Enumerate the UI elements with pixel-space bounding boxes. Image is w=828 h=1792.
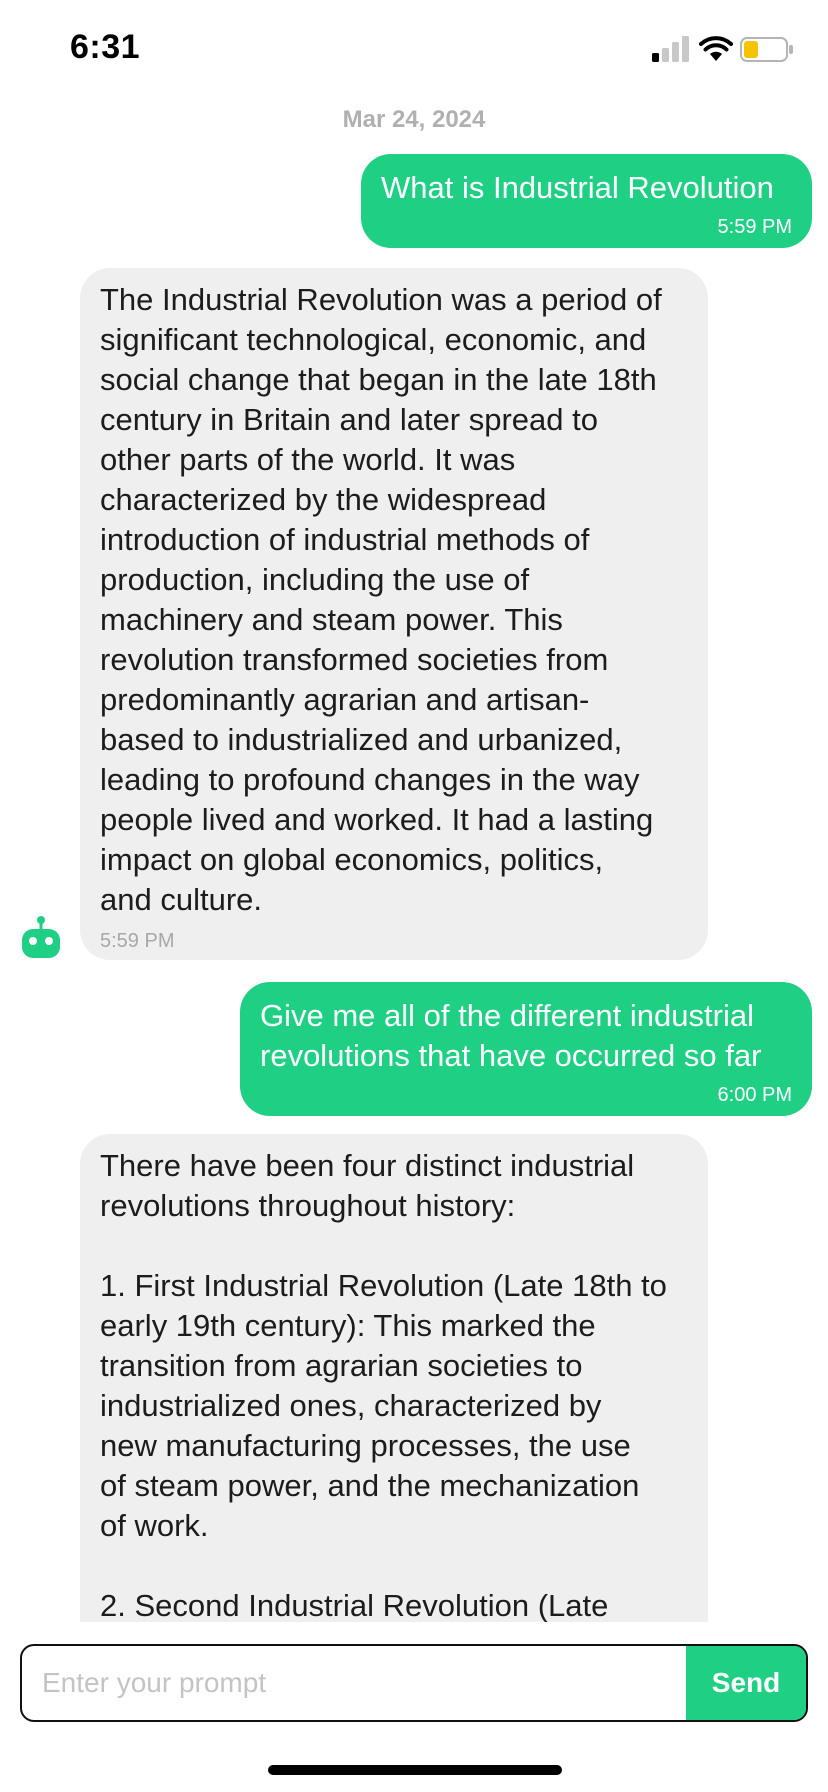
chat-area[interactable]: Mar 24, 2024 What is Industrial Revoluti… xyxy=(0,100,828,1622)
home-indicator[interactable] xyxy=(268,1765,562,1775)
message-text: There have been four distinct industrial… xyxy=(100,1148,667,1622)
prompt-bar: Send xyxy=(20,1644,808,1722)
user-message: Give me all of the different industrial … xyxy=(240,982,812,1116)
bot-message: There have been four distinct industrial… xyxy=(80,1134,708,1622)
message-text: Give me all of the different industrial … xyxy=(260,998,762,1073)
message-time: 6:00 PM xyxy=(717,1084,792,1106)
message-text: What is Industrial Revolution xyxy=(381,170,774,205)
status-bar: 6:31 xyxy=(0,0,828,100)
message-text: The Industrial Revolution was a period o… xyxy=(100,282,662,917)
wifi-icon xyxy=(699,36,733,61)
robot-icon xyxy=(22,916,60,958)
message-time: 5:59 PM xyxy=(717,216,792,238)
send-button[interactable]: Send xyxy=(686,1646,806,1720)
message-time: 5:59 PM xyxy=(100,930,175,952)
date-separator: Mar 24, 2024 xyxy=(342,106,486,133)
battery-low-icon xyxy=(740,37,793,62)
prompt-input[interactable] xyxy=(22,1646,686,1720)
signal-bars-icon xyxy=(652,36,689,62)
user-message: What is Industrial Revolution 5:59 PM xyxy=(361,154,812,248)
status-time: 6:31 xyxy=(70,28,141,66)
bot-message: The Industrial Revolution was a period o… xyxy=(80,268,708,960)
